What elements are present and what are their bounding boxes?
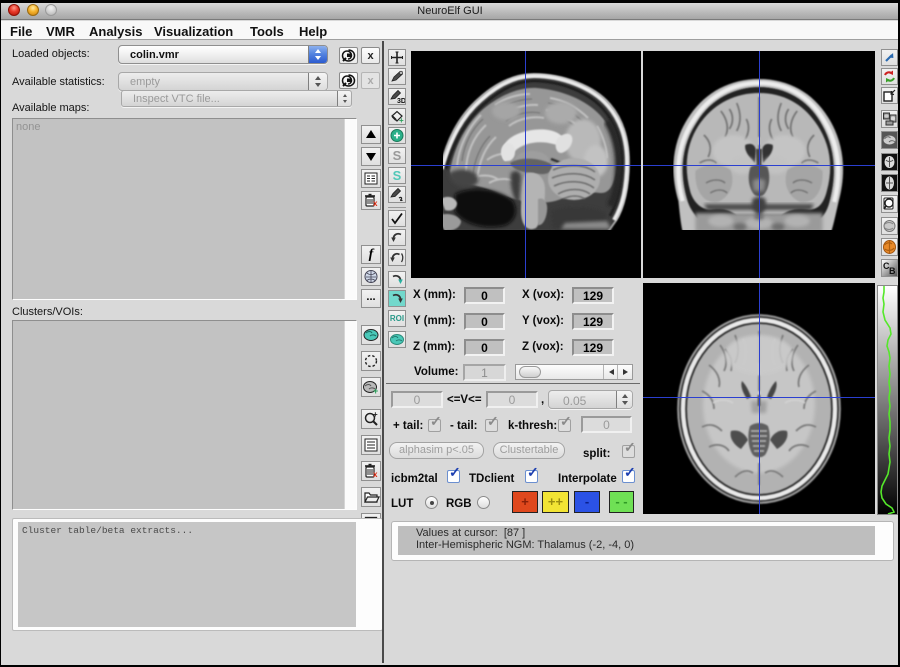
svg-text:B: B: [889, 266, 896, 276]
svg-text:+: +: [373, 386, 378, 396]
svg-text:+: +: [399, 116, 404, 124]
svg-text:x: x: [373, 470, 378, 479]
svg-text:x: x: [373, 199, 378, 208]
svg-text:3D: 3D: [397, 98, 405, 104]
svg-text:+: +: [373, 410, 378, 419]
